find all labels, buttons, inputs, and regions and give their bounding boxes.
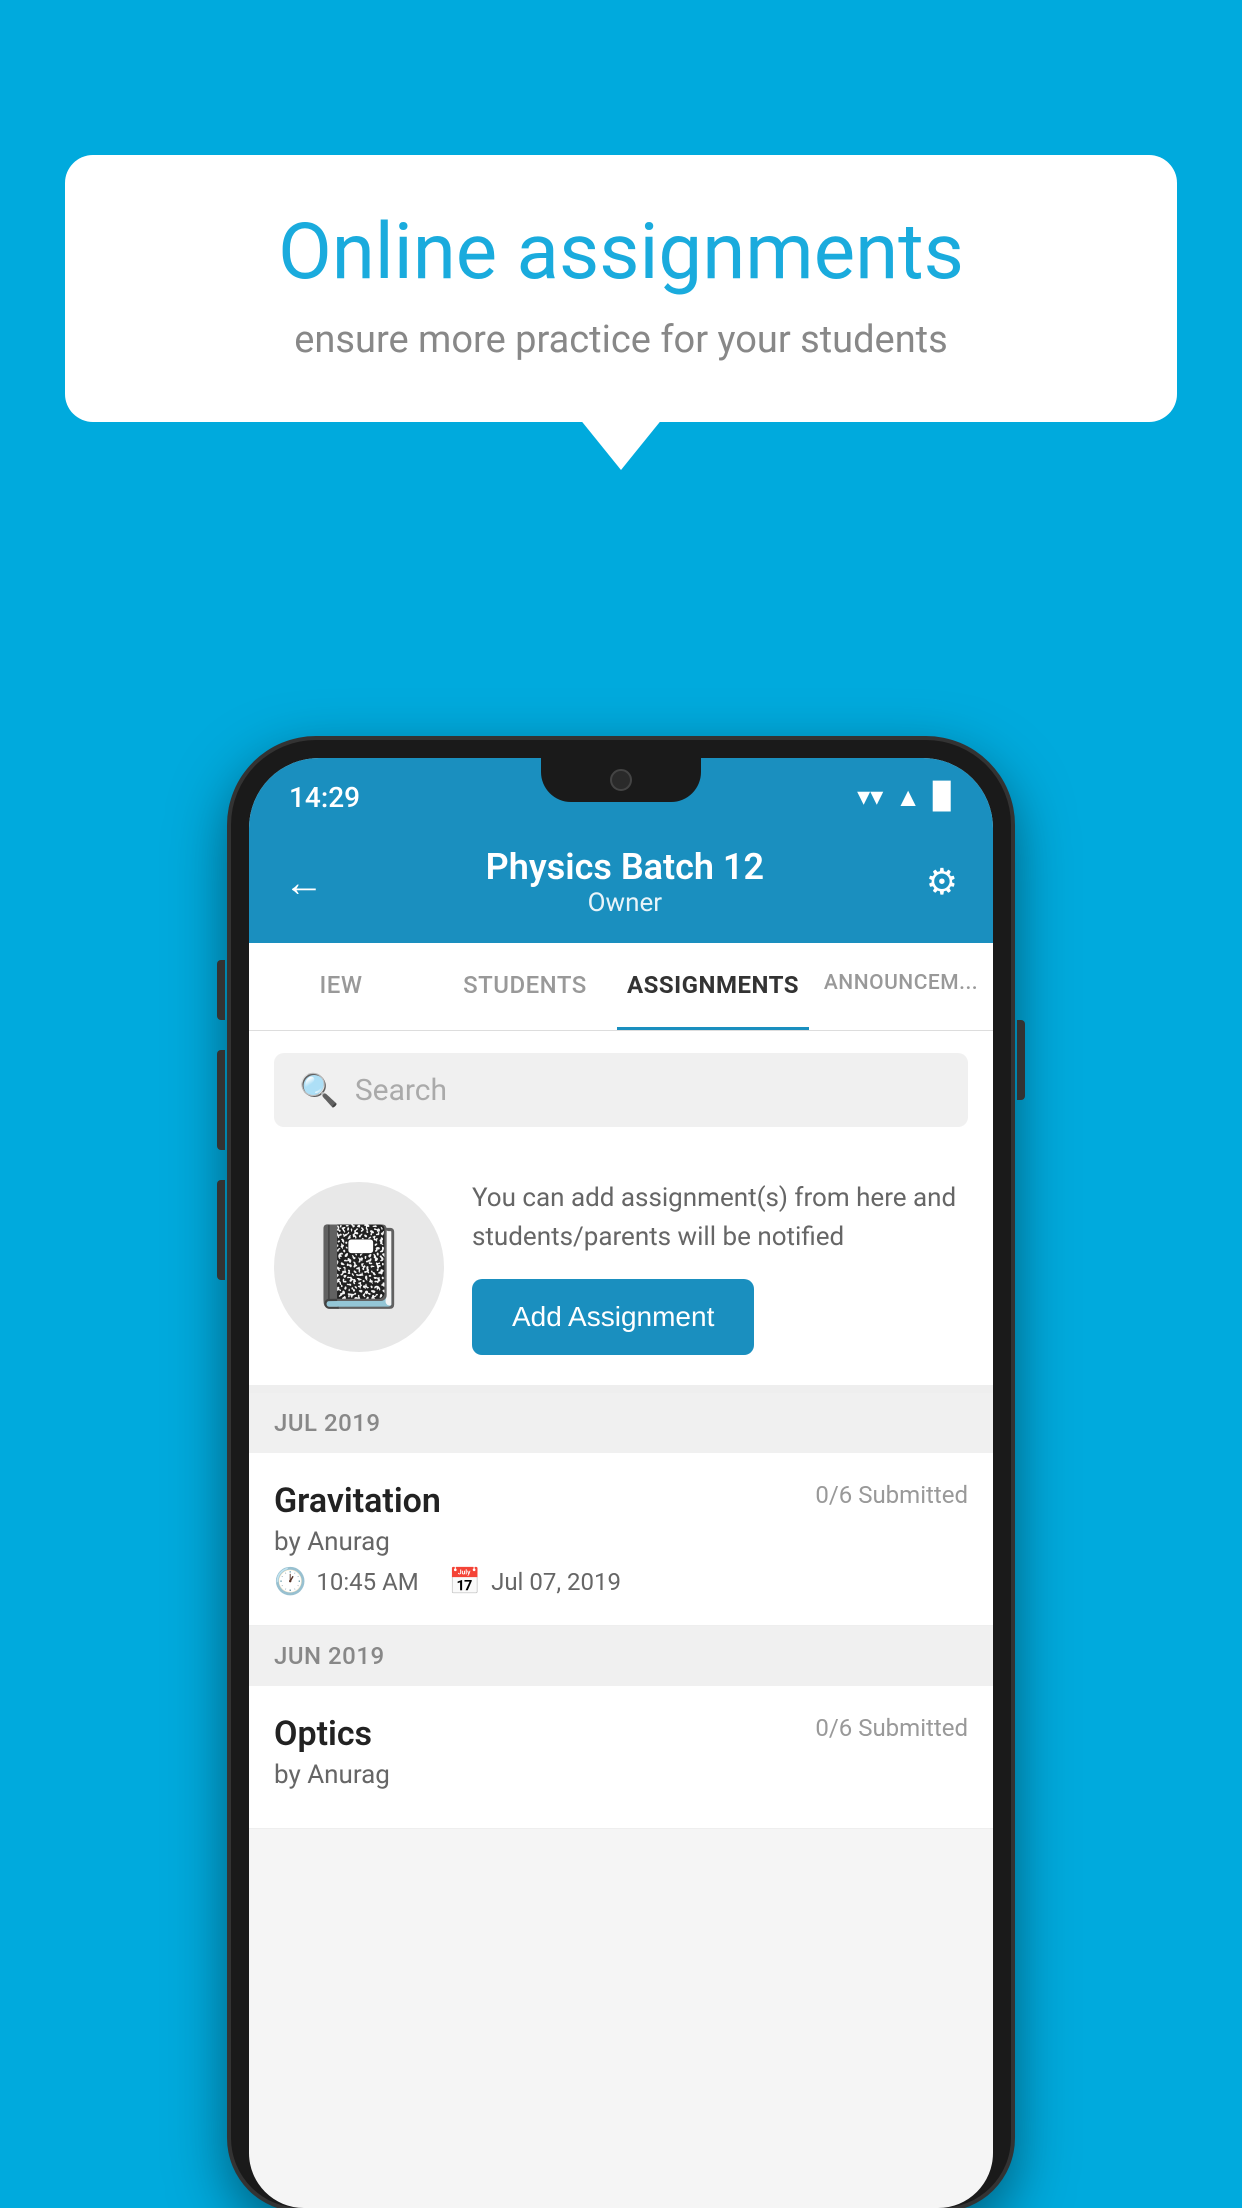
speech-bubble-area: Online assignments ensure more practice …	[65, 155, 1177, 422]
assignment-item-optics[interactable]: Optics 0/6 Submitted by Anurag	[249, 1686, 993, 1829]
battery-icon: ▉	[933, 782, 953, 812]
status-time: 14:29	[289, 781, 360, 814]
assignment-time: 🕐 10:45 AM	[274, 1567, 419, 1597]
assignment-submitted-optics: 0/6 Submitted	[815, 1714, 968, 1742]
phone-screen: 14:29 ▾▾ ▲ ▉ ← Physics Batch 12 Owner ⚙ …	[249, 758, 993, 2208]
assignment-row1-optics: Optics 0/6 Submitted	[274, 1714, 968, 1754]
promo-icon-circle: 📓	[274, 1182, 444, 1352]
search-icon: 🔍	[299, 1071, 339, 1109]
camera-dot	[610, 769, 632, 791]
promo-section: 📓 You can add assignment(s) from here an…	[249, 1149, 993, 1393]
signal-icon: ▲	[895, 782, 921, 813]
tab-assignments[interactable]: ASSIGNMENTS	[617, 943, 809, 1030]
volume-down-button	[217, 1180, 225, 1280]
phone-frame-wrapper: 14:29 ▾▾ ▲ ▉ ← Physics Batch 12 Owner ⚙ …	[231, 740, 1011, 2208]
batch-title: Physics Batch 12	[486, 846, 764, 888]
search-placeholder-text: Search	[355, 1073, 447, 1108]
calendar-icon: 📅	[449, 1567, 481, 1597]
assignment-by: by Anurag	[274, 1527, 968, 1557]
clock-icon: 🕐	[274, 1567, 306, 1597]
add-assignment-button[interactable]: Add Assignment	[472, 1279, 754, 1355]
speech-bubble: Online assignments ensure more practice …	[65, 155, 1177, 422]
tab-students[interactable]: STUDENTS	[433, 943, 617, 1030]
search-bar[interactable]: 🔍 Search	[274, 1053, 968, 1127]
content-area: 🔍 Search 📓 You can add assignment(s) fro…	[249, 1031, 993, 1829]
assignment-submitted: 0/6 Submitted	[815, 1481, 968, 1509]
speech-bubble-title: Online assignments	[135, 210, 1107, 296]
power-button	[1017, 1020, 1025, 1100]
assignment-row1: Gravitation 0/6 Submitted	[274, 1481, 968, 1521]
notebook-icon: 📓	[309, 1220, 409, 1314]
month-separator-jul: JUL 2019	[249, 1393, 993, 1453]
volume-silent-button	[217, 960, 225, 1020]
tab-announcements[interactable]: ANNOUNCEM...	[809, 943, 993, 1030]
phone-frame: 14:29 ▾▾ ▲ ▉ ← Physics Batch 12 Owner ⚙ …	[231, 740, 1011, 2208]
back-button[interactable]: ←	[284, 859, 324, 906]
settings-button[interactable]: ⚙	[926, 861, 958, 903]
app-header: ← Physics Batch 12 Owner ⚙	[249, 826, 993, 943]
assignment-date: 📅 Jul 07, 2019	[449, 1567, 621, 1597]
batch-subtitle: Owner	[486, 888, 764, 918]
assignment-meta: 🕐 10:45 AM 📅 Jul 07, 2019	[274, 1567, 968, 1597]
phone-notch	[541, 758, 701, 802]
wifi-icon: ▾▾	[857, 782, 883, 812]
assignment-name-optics: Optics	[274, 1714, 372, 1754]
assignment-name: Gravitation	[274, 1481, 441, 1521]
tab-iew[interactable]: IEW	[249, 943, 433, 1030]
speech-bubble-subtitle: ensure more practice for your students	[135, 318, 1107, 362]
tabs-bar: IEW STUDENTS ASSIGNMENTS ANNOUNCEM...	[249, 943, 993, 1031]
promo-text-area: You can add assignment(s) from here and …	[472, 1179, 968, 1355]
volume-up-button	[217, 1050, 225, 1150]
month-separator-jun: JUN 2019	[249, 1626, 993, 1686]
status-icons: ▾▾ ▲ ▉	[857, 782, 953, 813]
assignment-item-gravitation[interactable]: Gravitation 0/6 Submitted by Anurag 🕐 10…	[249, 1453, 993, 1626]
header-title-area: Physics Batch 12 Owner	[486, 846, 764, 918]
search-bar-wrap: 🔍 Search	[249, 1031, 993, 1149]
promo-description: You can add assignment(s) from here and …	[472, 1179, 968, 1257]
assignment-by-optics: by Anurag	[274, 1760, 968, 1790]
